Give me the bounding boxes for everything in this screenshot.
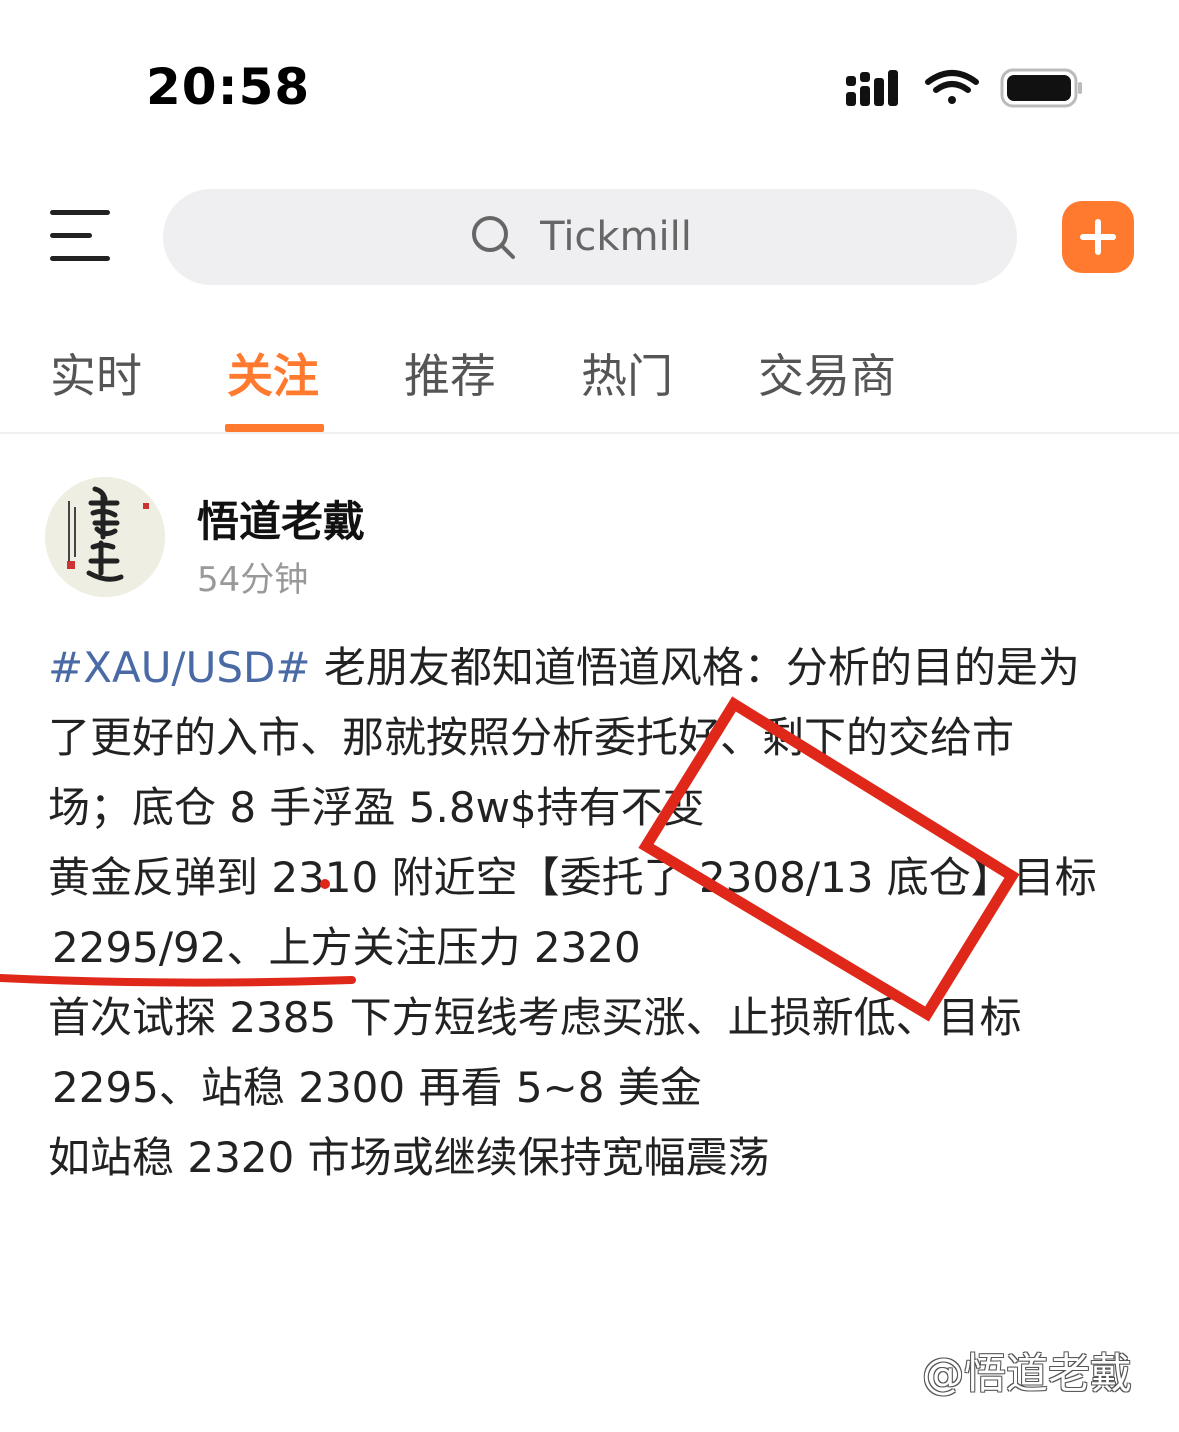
tab-following[interactable]: 关注 [227,340,319,406]
tab-recommended[interactable]: 推荐 [404,340,496,406]
avatar[interactable] [45,477,165,597]
watermark: @悟道老戴 [922,1349,1133,1398]
menu-icon[interactable] [48,206,114,266]
post-line: 2295、站稳 2300 再看 5~8 美金 [52,1063,702,1112]
wifi-icon [925,70,979,104]
tab-brokers[interactable]: 交易商 [758,340,896,406]
post-line: 首次试探 2385 下方短线考虑买涨、止损新低、目标 [48,993,1022,1042]
battery-icon [1000,68,1082,108]
calligraphy-avatar-image [45,477,165,597]
author-name[interactable]: 悟道老戴 [197,488,365,549]
post-line: 黄金反弹到 2310 附近空【委托了 2308/13 底仓】目标 [48,853,1097,902]
search-input[interactable]: Tickmill [163,189,1017,285]
feed-tabs: 实时 关注 推荐 热门 交易商 [0,330,1179,434]
tab-realtime[interactable]: 实时 [50,340,142,406]
active-tab-indicator [225,424,324,432]
search-icon [472,216,516,259]
post-line: #XAU/USD# 老朋友都知道悟道风格：分析的目的是为 [48,643,1080,692]
status-time: 20:58 [146,58,311,116]
post-time: 54分钟 [197,560,309,600]
tab-hot[interactable]: 热门 [581,340,673,406]
post-content: #XAU/USD# 老朋友都知道悟道风格：分析的目的是为 了更好的入市、那就按照… [48,633,1148,1193]
post-line: 如站稳 2320 市场或继续保持宽幅震荡 [48,1133,770,1182]
search-placeholder: Tickmill [540,214,692,260]
add-button[interactable] [1062,201,1134,273]
post-line: 了更好的入市、那就按照分析委托好、剩下的交给市 [48,713,1015,762]
post-line: 场；底仓 8 手浮盈 5.8w$持有不变 [48,783,705,832]
signal-icon [846,70,898,106]
screen: 20:58 Tickmill 实时 关注 推荐 热门 交易商 悟道老戴 54分钟… [0,0,1179,1432]
hashtag-link[interactable]: #XAU/USD# [48,643,311,692]
post-line: 2295/92、上方关注压力 2320 [52,923,641,972]
status-icons [846,68,1082,108]
